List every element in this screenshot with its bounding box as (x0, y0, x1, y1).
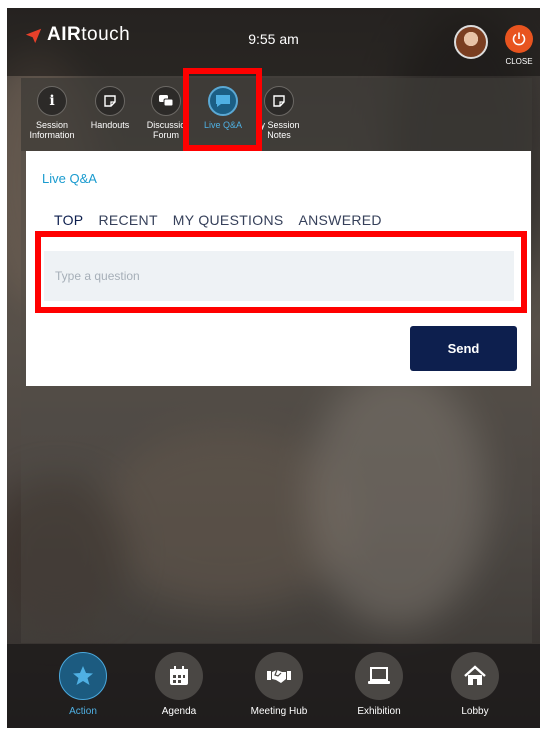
question-tabs: TOP RECENT MY QUESTIONS ANSWERED (54, 212, 382, 228)
live-qa-title: Live Q&A (42, 171, 97, 186)
tab-answered[interactable]: ANSWERED (299, 212, 382, 228)
tab-recent[interactable]: RECENT (98, 212, 157, 228)
info-icon: i (49, 93, 55, 109)
app-frame: AIRtouch 9:55 am CLOSE i Session Informat… (7, 8, 540, 728)
tab-label: Discussio Forum (146, 120, 186, 140)
calendar-icon (170, 666, 188, 685)
nav-agenda[interactable]: Agenda (139, 652, 219, 717)
nav-meeting-hub[interactable]: Meeting Hub (239, 652, 319, 717)
note-icon (104, 95, 116, 107)
active-tab-indicator (53, 233, 87, 235)
question-input[interactable] (44, 251, 514, 301)
tab-discussion-forum[interactable]: Discussio Forum (135, 86, 197, 140)
star-icon (73, 666, 93, 685)
tab-session-information[interactable]: i Session Information (21, 86, 83, 140)
tab-label: Live Q&A (203, 120, 243, 130)
avatar[interactable] (454, 25, 488, 59)
live-qa-card: Live Q&A TOP RECENT MY QUESTIONS ANSWERE… (26, 151, 531, 386)
nav-action[interactable]: Action (43, 652, 123, 717)
home-icon (464, 665, 486, 685)
power-icon (512, 32, 526, 46)
edge-marker (2, 567, 7, 575)
tab-label: Session Information (29, 120, 75, 140)
tab-handouts[interactable]: Handouts (79, 86, 141, 130)
tab-live-qa[interactable]: Live Q&A (192, 86, 254, 130)
tab-my-questions[interactable]: MY QUESTIONS (173, 212, 284, 228)
tab-my-session-notes[interactable]: ly Session Notes (248, 86, 310, 140)
tab-label: ly Session Notes (258, 120, 300, 140)
note-icon (273, 95, 285, 107)
nav-exhibition[interactable]: Exhibition (339, 652, 419, 717)
laptop-icon (368, 667, 390, 684)
close-button[interactable] (505, 25, 533, 53)
edge-marker (2, 80, 7, 88)
tab-top[interactable]: TOP (54, 212, 83, 228)
send-button[interactable]: Send (410, 326, 517, 371)
chat-icon (216, 95, 230, 107)
chat-bubbles-icon (159, 95, 174, 107)
handshake-icon (267, 669, 291, 683)
nav-lobby[interactable]: Lobby (435, 652, 515, 717)
close-label: CLOSE (505, 57, 533, 66)
tab-label: Handouts (90, 120, 130, 130)
